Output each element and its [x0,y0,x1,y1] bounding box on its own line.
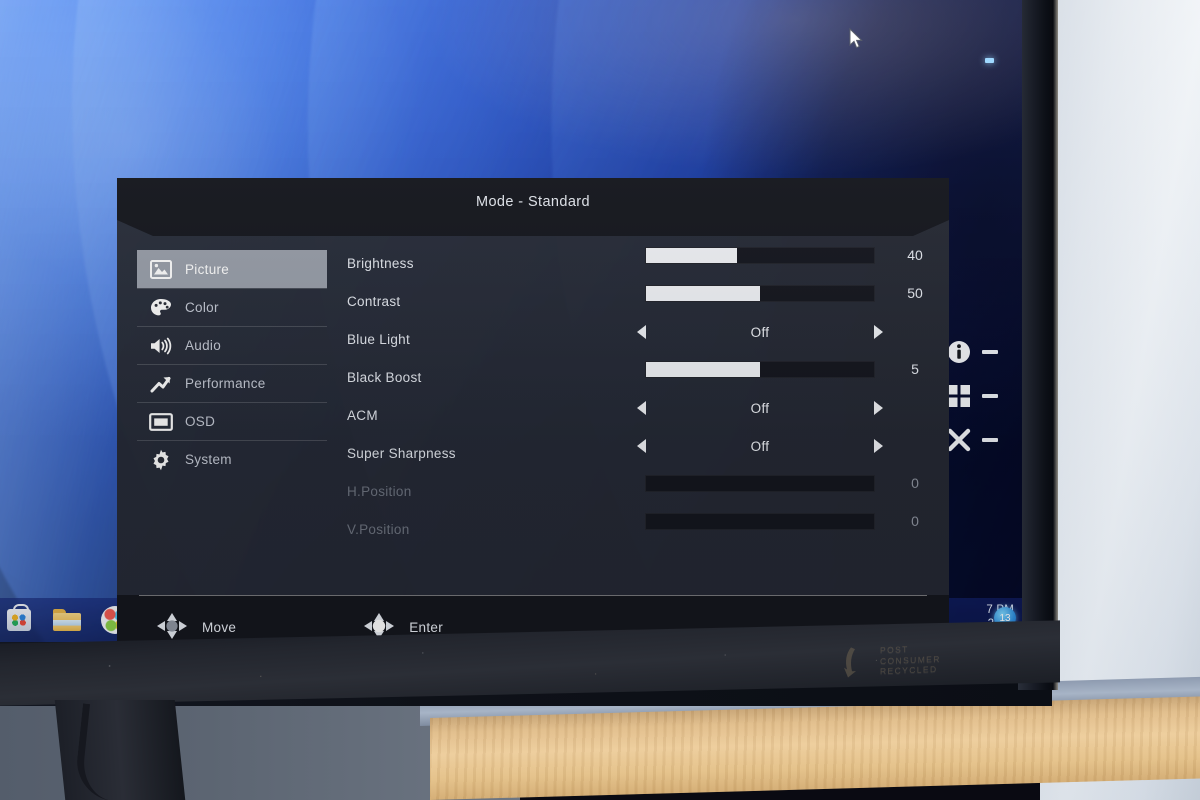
setting-row-acm[interactable]: ACM Off [347,396,932,434]
setting-row-blue-light[interactable]: Blue Light Off [347,320,932,358]
chevron-right-icon[interactable] [874,325,883,339]
close-dash [982,438,998,442]
footer-divider [139,595,927,596]
dpad-icon [155,611,189,642]
gear-icon [149,449,173,471]
sidebar-item-label: Audio [185,338,222,353]
chevron-left-icon[interactable] [637,401,646,415]
sidebar-item-label: Picture [185,261,230,277]
trend-up-icon [149,373,173,395]
sidebar-item-system[interactable]: System [137,440,327,478]
info-row[interactable] [944,330,1014,374]
setting-row-h-position: H.Position 0 [347,472,932,510]
setting-row-contrast[interactable]: Contrast 50 [347,282,932,320]
recycled-line-3: RECYCLED [880,664,938,677]
sidebar-item-label: OSD [185,414,216,429]
power-led-indicator [985,58,994,63]
setting-value: 0 [911,475,919,491]
taskbar-icon-group [2,603,132,637]
recycled-line-2: CONSUMER [880,653,941,666]
acm-option[interactable]: Off [637,398,883,418]
brightness-slider[interactable] [645,247,875,264]
display-icon [149,411,173,433]
recycled-line-1: POST [880,644,909,656]
monitor-right-bezel [1018,0,1058,690]
setting-label: V.Position [347,522,410,537]
setting-value: 50 [907,285,923,301]
setting-value: Off [750,438,770,454]
setting-row-super-sharpness[interactable]: Super Sharpness Off [347,434,932,472]
sidebar-item-color[interactable]: Color [137,288,327,326]
blue-light-option[interactable]: Off [637,322,883,342]
setting-label: Blue Light [347,332,411,347]
recycle-arrow-icon [844,647,856,678]
monitor-screen: 7 PM 2022 13 [0,0,1022,642]
setting-label: Contrast [347,294,401,309]
palette-icon [149,297,173,319]
sidebar-item-performance[interactable]: Performance [137,364,327,402]
contrast-slider[interactable] [645,285,875,302]
setting-label: Super Sharpness [347,446,456,461]
speaker-icon [149,335,173,357]
info-dash [982,350,998,354]
black-boost-slider[interactable] [645,361,875,378]
setting-value: 5 [911,361,919,377]
grid-row[interactable] [944,374,1014,418]
setting-value: 0 [911,513,919,529]
setting-row-v-position: V.Position 0 [347,510,932,548]
osd-menu: Mode - Standard Picture Color Audio Perf… [117,178,949,642]
sidebar-item-label: Performance [185,376,266,391]
setting-label: Black Boost [347,370,422,385]
close-row[interactable] [944,418,1014,462]
h-position-slider [645,475,875,492]
super-sharpness-option[interactable]: Off [637,436,883,456]
file-explorer-icon[interactable] [50,603,84,637]
sidebar-item-picture[interactable]: Picture [137,250,327,288]
setting-label: Brightness [347,256,414,271]
mouse-cursor [849,27,863,49]
microsoft-store-icon[interactable] [2,603,36,637]
osd-body: Picture Color Audio Performance OSD Syst… [117,236,949,596]
osd-sidebar: Picture Color Audio Performance OSD Syst… [137,250,327,478]
footer-hint-label: Enter [409,620,443,635]
sidebar-item-label: System [185,452,232,467]
footer-hint-label: Move [202,620,237,635]
setting-row-black-boost[interactable]: Black Boost 5 [347,358,932,396]
chevron-left-icon[interactable] [637,439,646,453]
setting-label: ACM [347,408,378,423]
v-position-slider [645,513,875,530]
setting-value: Off [750,324,770,340]
recycled-text-block: POST CONSUMER RECYCLED [880,643,941,677]
grid-dash [982,394,998,398]
chevron-left-icon[interactable] [637,325,646,339]
post-consumer-recycled-mark: POST CONSUMER RECYCLED [842,634,1012,685]
osd-settings-list: Brightness 40 Contrast 50 Blue Light Off… [347,244,932,548]
setting-value: Off [750,400,770,416]
setting-label: H.Position [347,484,412,499]
sidebar-item-label: Color [185,300,219,315]
photo-scene: 7 PM 2022 13 [0,0,1200,800]
footer-hint-move[interactable]: Move [155,611,236,642]
chevron-right-icon[interactable] [874,439,883,453]
osd-title: Mode - Standard [475,194,590,210]
sidebar-item-osd[interactable]: OSD [137,402,327,440]
setting-row-brightness[interactable]: Brightness 40 [347,244,932,282]
sidebar-item-audio[interactable]: Audio [137,326,327,364]
chevron-right-icon[interactable] [874,401,883,415]
setting-value: 40 [907,247,923,263]
picture-icon [149,258,173,280]
screen-overlay-icon-column [944,330,1014,462]
